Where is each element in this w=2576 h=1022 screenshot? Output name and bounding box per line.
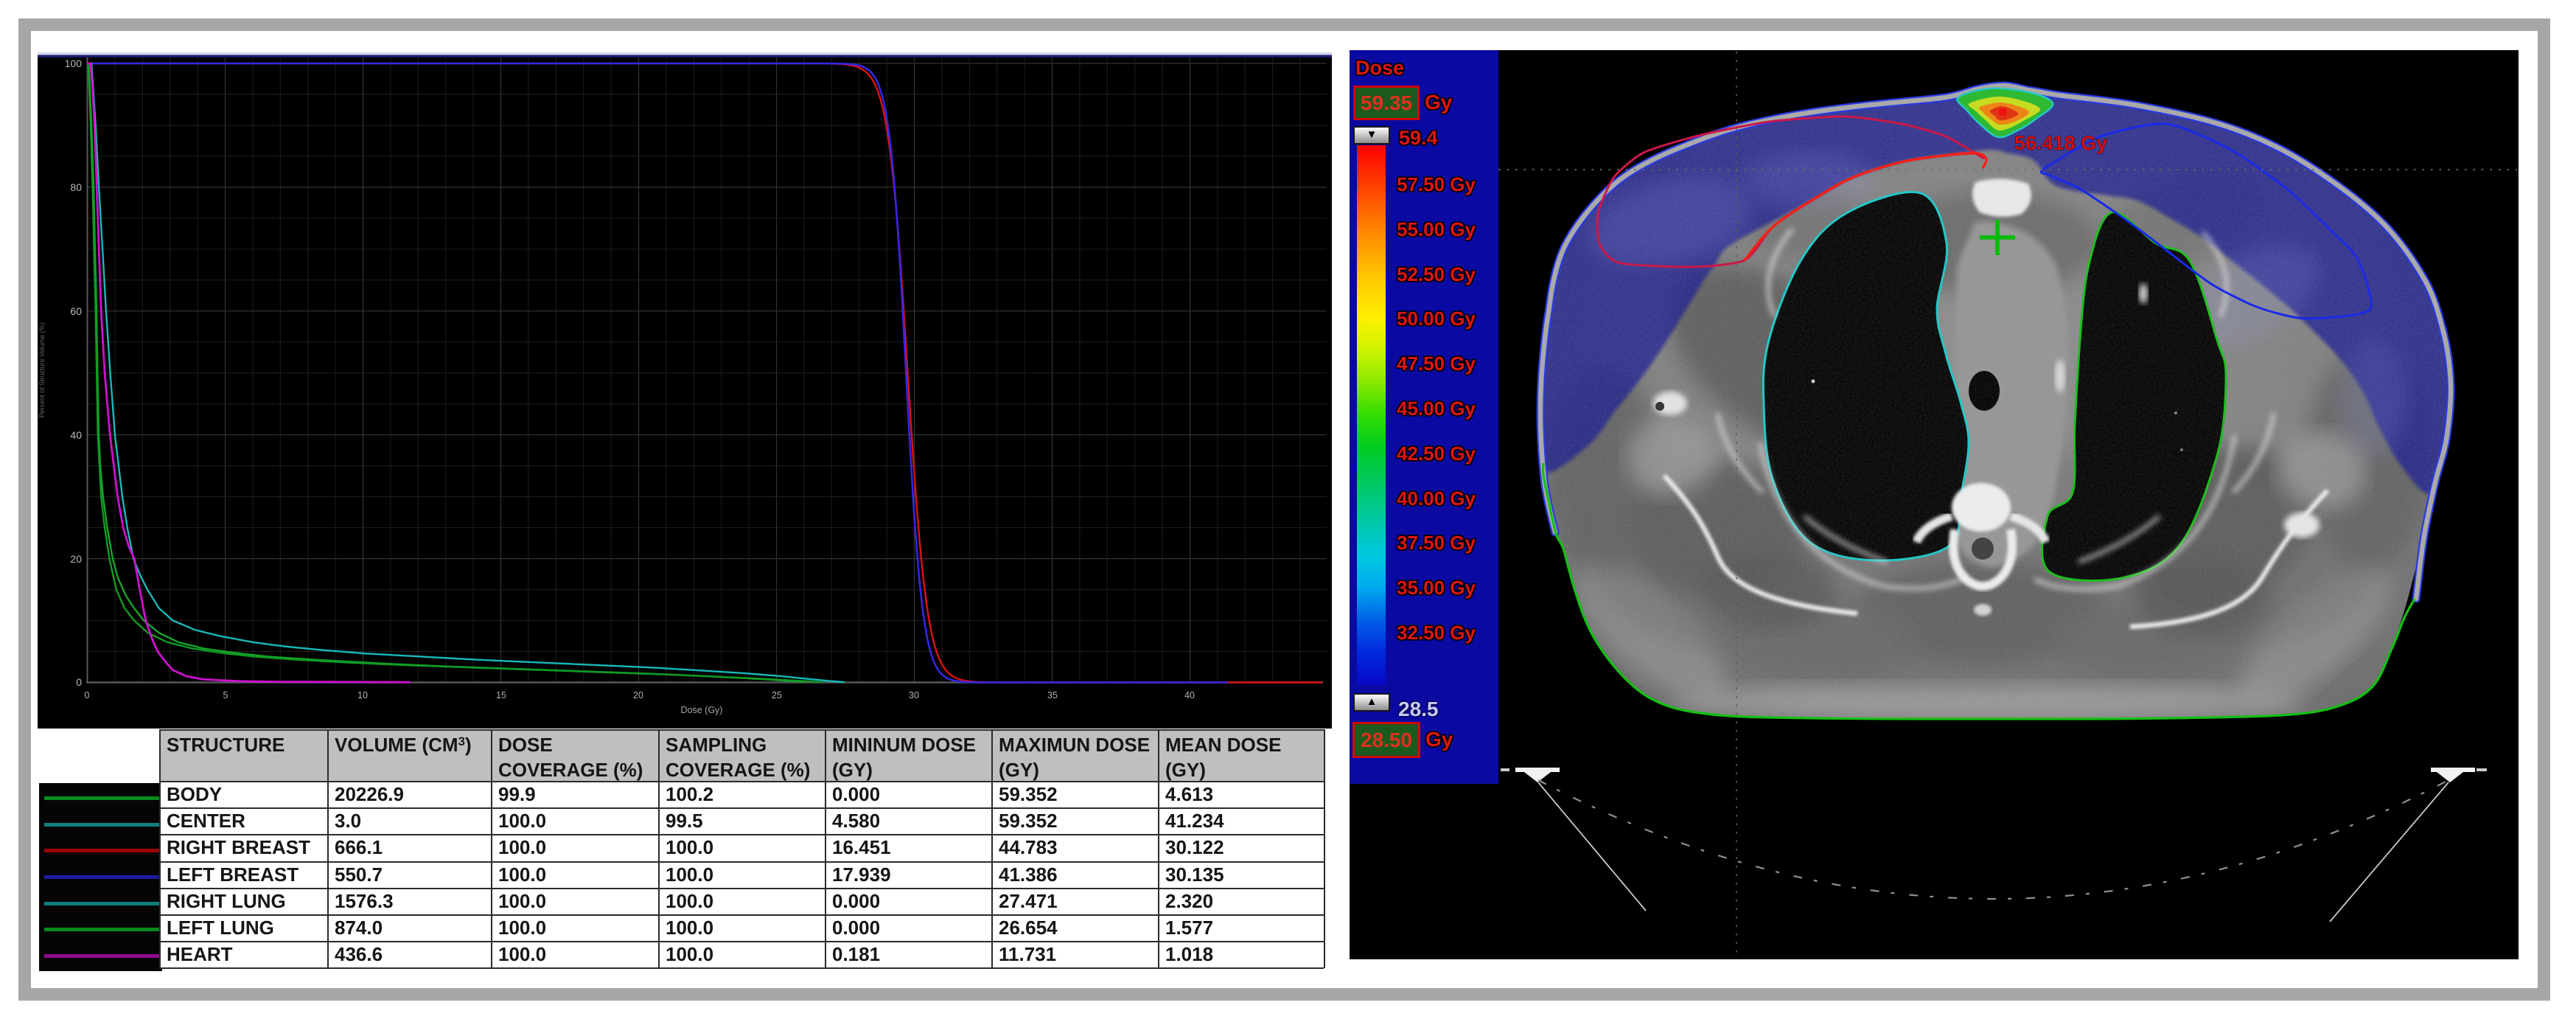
svg-text:40: 40 — [70, 429, 82, 441]
svg-text:20: 20 — [633, 690, 643, 701]
svg-text:35: 35 — [1047, 690, 1058, 701]
svg-text:15: 15 — [496, 690, 506, 701]
svg-text:25: 25 — [772, 690, 782, 701]
svg-text:100: 100 — [65, 58, 83, 69]
svg-text:0: 0 — [85, 690, 90, 701]
svg-text:Dose (Gy): Dose (Gy) — [681, 705, 723, 715]
svg-text:40: 40 — [1184, 690, 1195, 701]
svg-text:30: 30 — [909, 690, 919, 701]
svg-text:Percent of Structure Volume (%: Percent of Structure Volume (%) — [38, 322, 46, 417]
svg-text:10: 10 — [357, 690, 368, 701]
svg-text:80: 80 — [70, 181, 82, 193]
svg-text:20: 20 — [70, 553, 82, 565]
svg-text:0: 0 — [76, 676, 82, 688]
svg-text:56.418 Gy: 56.418 Gy — [2014, 132, 2107, 154]
svg-text:60: 60 — [70, 305, 82, 317]
svg-text:5: 5 — [223, 690, 228, 701]
